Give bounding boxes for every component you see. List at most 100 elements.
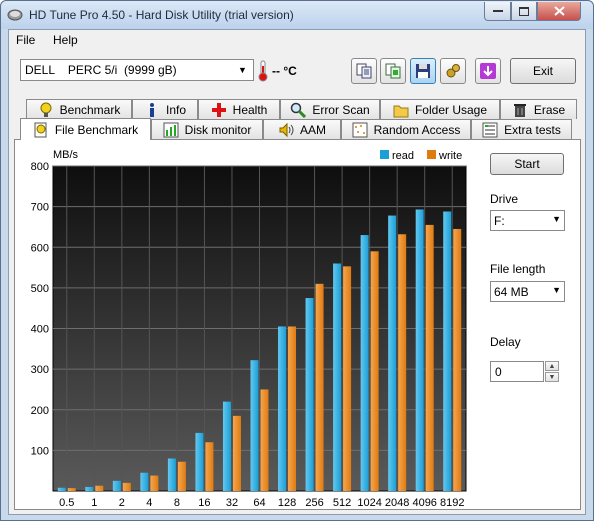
file-benchmark-icon: [34, 122, 47, 137]
drive-label: Drive: [490, 192, 519, 206]
close-button[interactable]: [537, 2, 581, 21]
bar-write: [122, 482, 131, 491]
bar-write: [315, 283, 324, 491]
bar-write: [370, 251, 379, 491]
tab-label: Random Access: [373, 122, 461, 137]
tab-label: Error Scan: [312, 102, 370, 117]
start-button[interactable]: Start: [490, 153, 564, 175]
bar-write: [260, 389, 269, 491]
bar-read: [57, 487, 66, 491]
delay-input[interactable]: 0: [490, 361, 544, 382]
y-tick-label: 500: [31, 283, 49, 295]
save-icon: [416, 64, 430, 78]
tab-benchmark[interactable]: Benchmark: [26, 99, 132, 119]
y-tick-label: 100: [31, 445, 49, 457]
tab-random-access[interactable]: Random Access: [341, 119, 471, 139]
benchmark-icon: [40, 102, 52, 117]
title-bar[interactable]: HD Tune Pro 4.50 - Hard Disk Utility (tr…: [1, 1, 593, 29]
maximize-button[interactable]: [511, 2, 537, 21]
tab-label: Info: [165, 102, 186, 117]
chevron-down-icon: ▼: [238, 65, 247, 75]
x-tick-label: 8192: [440, 497, 464, 509]
tab-extra-tests[interactable]: Extra tests: [471, 119, 572, 139]
x-tick-label: 1024: [357, 497, 381, 509]
y-axis-label: MB/s: [53, 149, 79, 161]
tab-error-scan[interactable]: Error Scan: [280, 99, 380, 119]
x-tick-label: 0.5: [59, 497, 74, 509]
x-tick-label: 1: [91, 497, 97, 509]
client-area: File Help DELL PERC 5/i (9999 gB) ▼ -- °…: [8, 29, 586, 515]
delay-increment-button[interactable]: ▲: [545, 361, 559, 371]
bar-write: [232, 415, 241, 491]
folder-icon: [393, 105, 409, 117]
tab-disk-monitor[interactable]: Disk monitor: [151, 119, 263, 139]
tab-erase[interactable]: Erase: [500, 99, 577, 119]
tab-health[interactable]: Health: [198, 99, 280, 119]
bar-read: [388, 215, 397, 491]
file-length-label: File length: [490, 262, 546, 276]
bar-read: [415, 209, 424, 491]
disk-monitor-icon: [163, 122, 179, 137]
copy-screen-icon: [385, 63, 401, 79]
drive-letter-select[interactable]: F: ▼: [490, 210, 565, 231]
minimize-button[interactable]: [484, 2, 511, 21]
close-icon: [553, 6, 565, 16]
bar-read: [195, 432, 204, 491]
y-tick-label: 400: [31, 324, 49, 336]
bar-write: [398, 234, 407, 491]
file-length-value: 64 MB: [494, 285, 529, 299]
file-length-select[interactable]: 64 MB ▼: [490, 281, 565, 302]
temperature-readout: -- °C: [272, 64, 297, 78]
download-button[interactable]: [475, 58, 501, 84]
legend-swatch-write: [427, 150, 436, 159]
copy-info-button[interactable]: [351, 58, 377, 84]
copy-screen-button[interactable]: [380, 58, 406, 84]
drive-select[interactable]: DELL PERC 5/i (9999 gB) ▼: [20, 59, 254, 81]
menu-file[interactable]: File: [16, 33, 35, 47]
app-icon: [7, 9, 23, 21]
save-button[interactable]: [410, 58, 436, 84]
tab-file-benchmark[interactable]: File Benchmark: [20, 118, 151, 140]
up-arrow-icon: ▲: [548, 362, 556, 370]
chevron-down-icon: ▼: [552, 285, 561, 295]
x-tick-label: 256: [305, 497, 323, 509]
x-tick-label: 512: [333, 497, 351, 509]
random-access-icon: [352, 122, 368, 137]
thermometer-icon: [258, 60, 268, 82]
legend-label-write: write: [438, 150, 462, 162]
down-arrow-icon: ▼: [548, 373, 556, 381]
bar-read: [222, 401, 231, 491]
drive-letter-value: F:: [494, 214, 505, 228]
tab-info[interactable]: Info: [132, 99, 198, 119]
maximize-icon: [519, 6, 529, 16]
x-tick-label: 16: [198, 497, 210, 509]
delay-value: 0: [495, 365, 502, 379]
legend-label-read: read: [392, 150, 414, 162]
delay-decrement-button[interactable]: ▼: [545, 372, 559, 382]
tab-label: Folder Usage: [414, 102, 488, 117]
window-title: HD Tune Pro 4.50 - Hard Disk Utility (tr…: [29, 8, 294, 22]
health-icon: [211, 102, 226, 117]
bar-read: [278, 326, 287, 491]
bar-read: [112, 480, 121, 491]
download-icon: [480, 63, 496, 79]
extra-tests-icon: [482, 122, 498, 137]
tab-label: Health: [232, 102, 268, 117]
x-tick-label: 2048: [385, 497, 409, 509]
x-tick-label: 8: [174, 497, 180, 509]
x-tick-label: 32: [226, 497, 238, 509]
options-button[interactable]: [440, 58, 466, 84]
bar-write: [177, 461, 186, 491]
bar-write: [425, 224, 434, 491]
legend-swatch-read: [380, 150, 389, 159]
menu-help[interactable]: Help: [53, 33, 78, 47]
x-tick-label: 4096: [412, 497, 436, 509]
x-tick-label: 64: [253, 497, 265, 509]
benchmark-chart-svg: 100 200 300 400 500 600 700 800 MB/s 0.5 1 2 4 8 16 32 6…: [31, 149, 467, 509]
tab-folder-usage[interactable]: Folder Usage: [380, 99, 500, 119]
tab-aam[interactable]: AAM: [263, 119, 341, 139]
exit-button[interactable]: Exit: [510, 58, 576, 84]
benchmark-chart: 100 200 300 400 500 600 700 800 MB/s 0.5 1 2 4 8 16 32 6…: [15, 140, 475, 513]
menu-bar: File Help: [9, 30, 585, 50]
minimize-icon: [492, 10, 503, 12]
